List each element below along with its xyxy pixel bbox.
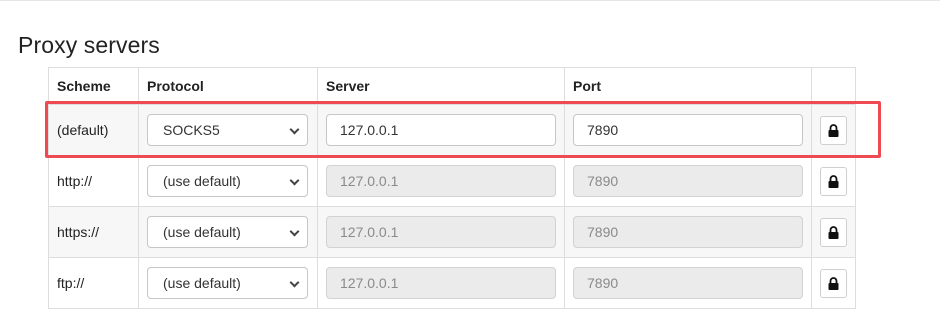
protocol-select[interactable]: (use default) <box>147 165 308 197</box>
server-input[interactable]: 127.0.0.1 <box>326 165 556 197</box>
protocol-select[interactable]: SOCKS5 <box>147 114 308 146</box>
protocol-cell: (use default) <box>138 257 318 309</box>
lock-cell <box>811 104 856 156</box>
lock-cell <box>811 206 856 258</box>
column-header-server: Server <box>317 67 565 105</box>
lock-cell <box>811 155 856 207</box>
server-cell: 127.0.0.1 <box>317 155 565 207</box>
table-row: http:// (use default) 127.0.0.1 7890 <box>48 155 856 207</box>
protocol-select-value: (use default) <box>163 224 241 240</box>
lock-button[interactable] <box>820 268 847 298</box>
chevron-down-icon <box>289 124 300 135</box>
lock-button[interactable] <box>820 115 847 145</box>
scheme-cell: (default) <box>48 104 139 156</box>
column-header-protocol: Protocol <box>138 67 318 105</box>
scheme-label: (default) <box>57 122 109 138</box>
protocol-select-value: (use default) <box>163 275 241 291</box>
table-header-row: Scheme Protocol Server Port <box>48 67 856 105</box>
protocol-select-value: (use default) <box>163 173 241 189</box>
column-header-lock <box>811 67 856 105</box>
scheme-cell: https:// <box>48 206 139 258</box>
lock-cell <box>811 257 856 309</box>
top-divider <box>0 0 940 1</box>
lock-icon <box>828 174 839 188</box>
protocol-select[interactable]: (use default) <box>147 267 308 299</box>
lock-icon <box>828 225 839 239</box>
chevron-down-icon <box>289 175 300 186</box>
server-input[interactable]: 127.0.0.1 <box>326 114 556 146</box>
server-input[interactable]: 127.0.0.1 <box>326 267 556 299</box>
page-title: Proxy servers <box>18 32 160 58</box>
table-row: (default) SOCKS5 127.0.0.1 7890 <box>48 104 856 156</box>
port-input[interactable]: 7890 <box>573 216 803 248</box>
lock-icon <box>828 123 839 137</box>
scheme-cell: ftp:// <box>48 257 139 309</box>
port-cell: 7890 <box>564 206 812 258</box>
scheme-label: https:// <box>57 224 100 240</box>
chevron-down-icon <box>289 226 300 237</box>
scheme-label: ftp:// <box>57 275 85 291</box>
protocol-select[interactable]: (use default) <box>147 216 308 248</box>
chevron-down-icon <box>289 277 300 288</box>
protocol-cell: (use default) <box>138 206 318 258</box>
port-input[interactable]: 7890 <box>573 267 803 299</box>
scheme-cell: http:// <box>48 155 139 207</box>
protocol-select-value: SOCKS5 <box>163 122 220 138</box>
server-cell: 127.0.0.1 <box>317 257 565 309</box>
scheme-label: http:// <box>57 173 93 189</box>
lock-button[interactable] <box>820 166 847 196</box>
port-input[interactable]: 7890 <box>573 114 803 146</box>
port-cell: 7890 <box>564 104 812 156</box>
table-row: https:// (use default) 127.0.0.1 7890 <box>48 206 856 258</box>
server-cell: 127.0.0.1 <box>317 206 565 258</box>
protocol-cell: SOCKS5 <box>138 104 318 156</box>
column-header-port: Port <box>564 67 812 105</box>
server-cell: 127.0.0.1 <box>317 104 565 156</box>
server-input[interactable]: 127.0.0.1 <box>326 216 556 248</box>
lock-icon <box>828 276 839 290</box>
table-row: ftp:// (use default) 127.0.0.1 7890 <box>48 257 856 309</box>
protocol-cell: (use default) <box>138 155 318 207</box>
port-input[interactable]: 7890 <box>573 165 803 197</box>
port-cell: 7890 <box>564 257 812 309</box>
lock-button[interactable] <box>820 217 847 247</box>
proxy-servers-table: Scheme Protocol Server Port (default) SO… <box>48 67 856 309</box>
column-header-scheme: Scheme <box>48 67 139 105</box>
port-cell: 7890 <box>564 155 812 207</box>
